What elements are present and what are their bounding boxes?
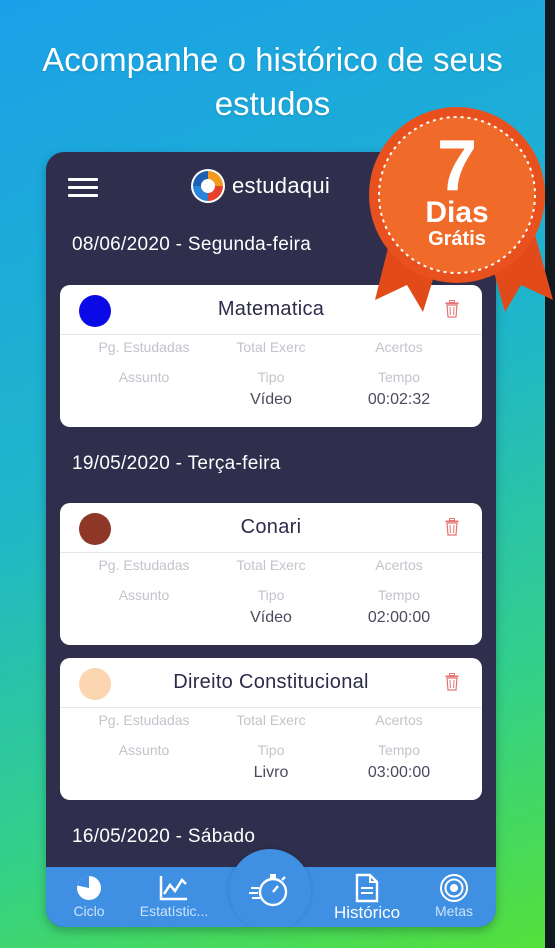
tab-label: Histórico: [333, 903, 401, 922]
time-label: Tempo: [377, 369, 421, 385]
subject-title: Direito Constitucional: [173, 671, 369, 693]
time-label: Tempo: [377, 587, 421, 603]
time-value: 00:02:32: [367, 391, 431, 408]
badge-line2: Grátis: [428, 228, 486, 250]
tab-label: Estatístic...: [139, 903, 209, 919]
tab-metas[interactable]: Metas: [424, 873, 484, 919]
subject-color-dot: [79, 513, 111, 545]
target-icon: [440, 874, 468, 902]
logo-text: estudaqui: [232, 173, 331, 198]
stopwatch-button[interactable]: [229, 849, 311, 927]
trash-icon[interactable]: [445, 673, 459, 691]
subject-color-dot: [79, 668, 111, 700]
document-icon: [355, 873, 379, 903]
date-header: 19/05/2020 - Terça-feira: [72, 453, 281, 474]
trash-icon[interactable]: [445, 518, 459, 536]
tab-label: Ciclo: [73, 903, 105, 919]
tab-label: Metas: [434, 903, 474, 919]
correct-label: Acertos: [375, 712, 423, 728]
pie-chart-icon: [77, 876, 101, 900]
subject-label: Assunto: [118, 742, 170, 758]
type-value: Vídeo: [250, 391, 292, 408]
type-value: Livro: [253, 764, 289, 781]
logo-icon: [191, 169, 225, 203]
exercises-label: Total Exerc: [236, 339, 306, 355]
pages-label: Pg. Estudadas: [98, 339, 190, 355]
subject-title: Conari: [240, 516, 302, 538]
subject-label: Assunto: [118, 369, 170, 385]
study-entry-card[interactable]: Conari Pg. Estudadas Total Exerc Acertos…: [60, 503, 482, 645]
tab-ciclo[interactable]: Ciclo: [54, 873, 124, 919]
time-value: 03:00:00: [367, 764, 431, 781]
exercises-label: Total Exerc: [236, 712, 306, 728]
study-entry-card[interactable]: Direito Constitucional Pg. Estudadas Tot…: [60, 658, 482, 800]
subject-label: Assunto: [118, 587, 170, 603]
pages-label: Pg. Estudadas: [98, 712, 190, 728]
badge-seal-icon: 7 Dias Grátis: [369, 107, 553, 312]
pages-label: Pg. Estudadas: [98, 557, 190, 573]
time-label: Tempo: [377, 742, 421, 758]
free-trial-badge: 7 Dias Grátis: [365, 100, 555, 320]
correct-label: Acertos: [375, 557, 423, 573]
badge-number: 7: [437, 126, 477, 206]
date-header: 16/05/2020 - Sábado: [72, 826, 256, 847]
hamburger-menu-icon[interactable]: [68, 178, 98, 198]
subject-color-dot: [79, 295, 111, 327]
type-label: Tipo: [257, 587, 285, 603]
correct-label: Acertos: [375, 339, 423, 355]
app-logo: estudaqui: [190, 168, 330, 204]
exercises-label: Total Exerc: [236, 557, 306, 573]
type-label: Tipo: [257, 369, 285, 385]
badge-line1: Dias: [425, 196, 488, 229]
type-label: Tipo: [257, 742, 285, 758]
time-value: 02:00:00: [367, 609, 431, 626]
date-header: 08/06/2020 - Segunda-feira: [72, 234, 312, 255]
tab-estatisticas[interactable]: Estatístic...: [126, 873, 222, 919]
type-value: Vídeo: [250, 609, 292, 626]
tab-historico[interactable]: Histórico: [322, 873, 412, 923]
line-chart-icon: [159, 876, 187, 901]
stopwatch-icon: [249, 874, 288, 907]
